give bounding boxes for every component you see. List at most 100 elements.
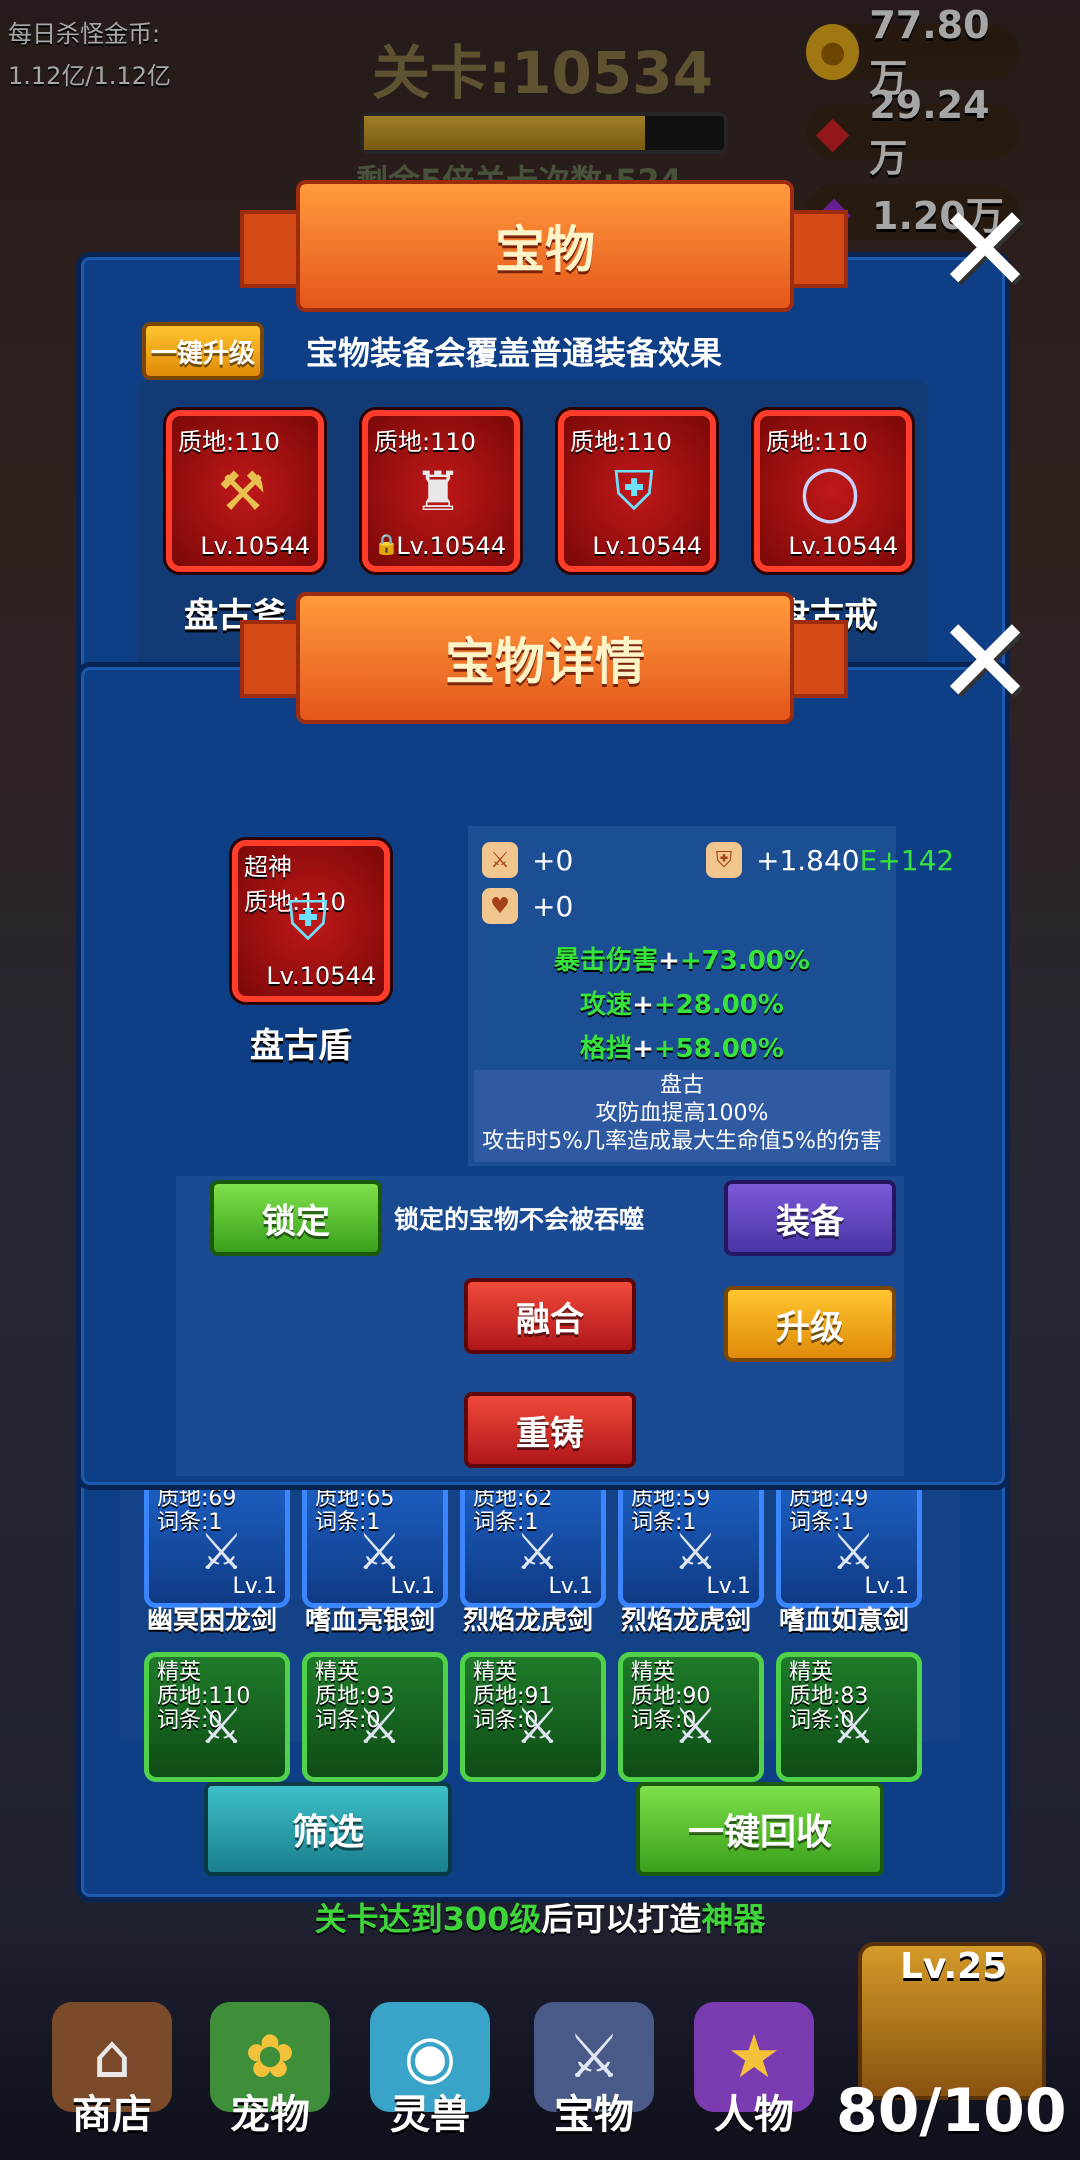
item-tier: 精英 xyxy=(789,1660,834,1685)
crit-damage-stat: 暴击伤害++73.00% xyxy=(554,946,810,976)
shield-icon: ⛨ xyxy=(613,459,655,522)
bonus-value: +73.00% xyxy=(679,946,810,976)
item-level: Lv.10544 xyxy=(396,532,506,560)
inventory-item[interactable]: 精英 质地:83 词条:0 ⚔ xyxy=(776,1652,922,1782)
item-tier: 超神 xyxy=(244,853,292,881)
close-icon[interactable]: ✕ xyxy=(930,191,1040,311)
nav-spirit-beast[interactable]: ◉ 灵兽 xyxy=(360,1990,500,2140)
equip-button[interactable]: 装备 xyxy=(724,1180,896,1256)
recycle-all-button[interactable]: 一键回收 xyxy=(636,1782,884,1876)
inventory-item[interactable]: 精英 质地:90 词条:0 ⚔ xyxy=(618,1652,764,1782)
sword-icon: ⚔ xyxy=(673,1523,718,1581)
item-quality: 质地:110 xyxy=(570,428,672,456)
armor-icon: ♜ xyxy=(413,459,463,523)
defense-value: +1.840 xyxy=(756,843,860,877)
inventory-item[interactable]: 精英 质地:93 词条:0 ⚔ xyxy=(302,1652,448,1782)
sword-icon: ⚔ xyxy=(482,842,518,878)
set-name: 盘古 xyxy=(659,1073,704,1098)
upgrade-all-button[interactable]: 一键升级 xyxy=(142,322,264,380)
ring-icon: ◯ xyxy=(799,459,861,523)
sword-icon: ⚔ xyxy=(673,1697,718,1755)
inventory-item[interactable]: 质地:49 词条:1 Lv.1 ⚔ xyxy=(776,1478,922,1608)
item-quality: 质地:65 xyxy=(315,1486,395,1511)
fuse-button[interactable]: 融合 xyxy=(464,1278,636,1354)
sword-icon: ⚔ xyxy=(199,1697,244,1755)
treasure-slot-3[interactable]: 质地:110 ⛨ Lv.10544 xyxy=(558,410,716,572)
equip-override-notice: 宝物装备会覆盖普通装备效果 xyxy=(306,334,723,372)
defense-suffix: E+142 xyxy=(859,843,955,877)
hp-stat: ♥ +0 xyxy=(482,888,573,924)
detail-panel-title: 宝物详情 xyxy=(296,592,794,724)
set-bonus-text: 盘古 攻防血提高100% 攻击时5%几率造成最大生命值5%的伤害 xyxy=(468,1072,896,1156)
item-name: 烈焰龙虎剑 xyxy=(462,1606,593,1636)
lock-button[interactable]: 锁定 xyxy=(210,1180,382,1256)
defense-stat: ⛨ +1.840 E+142 xyxy=(706,842,954,878)
item-quality: 质地:69 xyxy=(157,1486,237,1511)
treasure-panel-title: 宝物 xyxy=(296,180,794,312)
upgrade-button[interactable]: 升级 xyxy=(724,1286,896,1362)
item-quality: 质地:110 xyxy=(178,428,280,456)
detail-item-name: 盘古盾 xyxy=(250,1026,352,1066)
item-level: Lv.10544 xyxy=(200,532,310,560)
bonus-value: +28.00% xyxy=(653,990,784,1020)
bonus-value: +58.00% xyxy=(653,1034,784,1064)
recast-button[interactable]: 重铸 xyxy=(464,1392,636,1468)
item-name: 嗜血如意剑 xyxy=(778,1606,909,1636)
nav-character[interactable]: ★ 人物 xyxy=(684,1990,824,2140)
nav-pet[interactable]: ✿ 宠物 xyxy=(200,1990,340,2140)
lock-notice: 锁定的宝物不会被吞噬 xyxy=(394,1205,645,1234)
nav-label: 灵兽 xyxy=(390,2092,470,2138)
nav-label: 人物 xyxy=(714,2092,794,2138)
bonus-label: 暴击伤害 xyxy=(554,946,659,976)
item-name: 嗜血亮银剑 xyxy=(304,1606,435,1636)
inventory-item[interactable]: 质地:59 词条:1 Lv.1 ⚔ xyxy=(618,1478,764,1608)
hint-part: 300级 xyxy=(442,1900,542,1938)
hint-part: 神器 xyxy=(701,1900,766,1938)
attack-speed-stat: 攻速++28.00% xyxy=(580,990,784,1020)
nav-treasure[interactable]: ⚔ 宝物 xyxy=(524,1990,664,2140)
chest-count: 80/100 xyxy=(836,2076,1067,2146)
chest-level: Lv.25 xyxy=(900,1946,1008,1987)
item-quality: 质地:49 xyxy=(789,1486,869,1511)
inventory-item[interactable]: 精英 质地:91 词条:0 ⚔ xyxy=(460,1652,606,1782)
filter-button[interactable]: 筛选 xyxy=(204,1782,452,1876)
bonus-label: 攻速 xyxy=(580,990,633,1020)
item-tier: 精英 xyxy=(157,1660,202,1685)
set-effect-2: 攻击时5%几率造成最大生命值5%的伤害 xyxy=(482,1129,882,1154)
sword-icon: ⚔ xyxy=(515,1697,560,1755)
block-stat: 格挡++58.00% xyxy=(580,1034,784,1064)
nav-label: 宠物 xyxy=(230,2092,310,2138)
attack-value: +0 xyxy=(532,843,574,877)
nav-label: 商店 xyxy=(72,2092,152,2138)
set-effect-1: 攻防血提高100% xyxy=(595,1101,769,1126)
inventory-item[interactable]: 质地:62 词条:1 Lv.1 ⚔ xyxy=(460,1478,606,1608)
hint-part: 关卡达到 xyxy=(314,1900,443,1938)
item-level: Lv.10544 xyxy=(266,962,376,990)
hint-part: 后可以打造 xyxy=(541,1900,702,1938)
sword-icon: ⚔ xyxy=(515,1523,560,1581)
axe-icon: ⚒ xyxy=(217,459,267,523)
item-tier: 精英 xyxy=(473,1660,518,1685)
sword-icon: ⚔ xyxy=(199,1523,244,1581)
shield-stat-icon: ⛨ xyxy=(706,842,742,878)
heart-icon: ♥ xyxy=(482,888,518,924)
inventory-item[interactable]: 质地:69 词条:1 Lv.1 ⚔ xyxy=(144,1478,290,1608)
hp-value: +0 xyxy=(532,889,574,923)
nav-shop[interactable]: ⌂ 商店 xyxy=(42,1990,182,2140)
inventory-item[interactable]: 精英 质地:110 词条:0 ⚔ xyxy=(144,1652,290,1782)
treasure-slot-2[interactable]: 质地:110 ♜ 🔒 Lv.10544 xyxy=(362,410,520,572)
item-name: 幽冥困龙剑 xyxy=(146,1606,277,1636)
item-quality: 质地:110 xyxy=(766,428,868,456)
shield-icon: ⛨ xyxy=(287,889,329,952)
nav-label: 宝物 xyxy=(554,2092,634,2138)
inventory-item[interactable]: 质地:65 词条:1 Lv.1 ⚔ xyxy=(302,1478,448,1608)
sword-icon: ⚔ xyxy=(357,1523,402,1581)
item-quality: 质地:59 xyxy=(631,1486,711,1511)
item-tier: 精英 xyxy=(315,1660,360,1685)
sword-icon: ⚔ xyxy=(831,1697,876,1755)
close-icon[interactable]: ✕ xyxy=(930,603,1040,723)
treasure-slot-1[interactable]: 质地:110 ⚒ Lv.10544 xyxy=(166,410,324,572)
treasure-slot-4[interactable]: 质地:110 ◯ Lv.10544 xyxy=(754,410,912,572)
item-level: Lv.10544 xyxy=(592,532,702,560)
bonus-label: 格挡 xyxy=(580,1034,633,1064)
